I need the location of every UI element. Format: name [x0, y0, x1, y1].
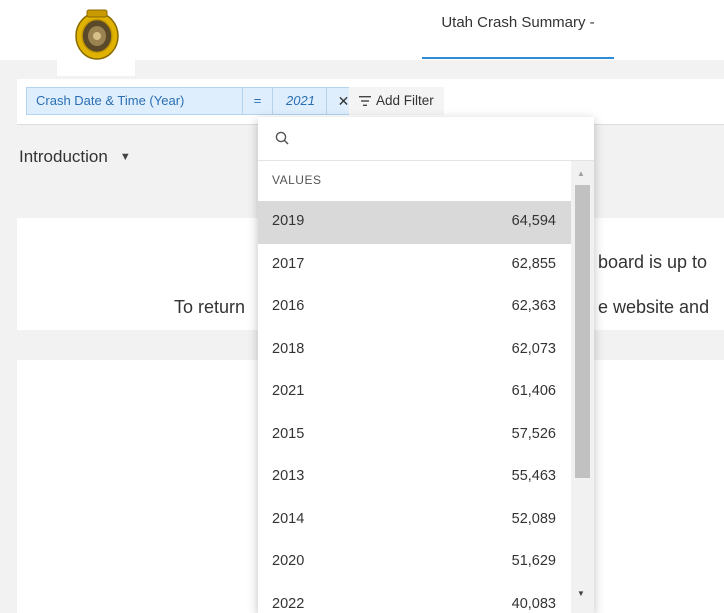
scroll-down-arrow-icon[interactable]: ▼	[577, 589, 585, 598]
add-filter-button[interactable]: Add Filter	[349, 87, 444, 115]
list-item[interactable]: 2019 64,594	[258, 201, 571, 244]
item-count: 40,083	[511, 595, 556, 612]
list-item[interactable]: 2015 57,526	[258, 414, 571, 457]
filter-operator-chip[interactable]: =	[243, 87, 273, 115]
item-year: 2022	[272, 595, 305, 612]
list-item[interactable]: 2018 62,073	[258, 329, 571, 372]
item-year: 2016	[272, 298, 305, 314]
logo-container	[57, 0, 135, 76]
item-count: 55,463	[511, 468, 556, 484]
list-item[interactable]: 2020 51,629	[258, 541, 571, 584]
item-count: 61,406	[511, 383, 556, 399]
intro-text-line1: board is up to	[598, 252, 708, 272]
item-year: 2021	[272, 383, 305, 399]
dropdown-scrollbar[interactable]: ▲ ▼	[571, 161, 594, 613]
page-select-label: Introduction	[19, 147, 108, 166]
add-filter-label: Add Filter	[376, 93, 434, 108]
item-year: 2015	[272, 425, 305, 442]
item-count: 62,363	[511, 298, 556, 314]
caret-down-icon[interactable]: ▼	[120, 151, 131, 163]
item-count: 64,594	[511, 213, 556, 229]
item-count: 52,089	[511, 510, 556, 527]
close-icon[interactable]: ✕	[338, 93, 350, 109]
values-dropdown: VALUES 2019 64,594 2017 62,855 2016 62,363 …	[258, 117, 594, 613]
dropdown-search	[258, 117, 594, 161]
list-item[interactable]: 2013 55,463	[258, 456, 571, 499]
item-year: 2017	[272, 255, 305, 272]
filter-value-chip[interactable]: 2021	[273, 87, 327, 115]
tab-utah-crash-summary[interactable]: Utah Crash Summary -	[422, 0, 614, 59]
list-item[interactable]: 2022 40,083	[258, 584, 571, 613]
item-count: 57,526	[511, 425, 556, 442]
item-year: 2018	[272, 340, 305, 357]
intro-text-line2-left: To return	[174, 297, 246, 317]
item-count: 62,073	[511, 340, 556, 357]
item-year: 2014	[272, 510, 305, 527]
item-year: 2020	[272, 553, 305, 569]
item-count: 62,855	[511, 255, 556, 272]
list-item[interactable]: 2017 62,855	[258, 244, 571, 287]
values-list: 2019 64,594 2017 62,855 2016 62,363 2018 62,…	[258, 201, 571, 613]
item-count: 51,629	[511, 553, 556, 569]
filter-lines-icon	[359, 96, 371, 106]
intro-text-line2-right: e website and	[598, 297, 710, 317]
list-item[interactable]: 2016 62,363	[258, 286, 571, 329]
utah-highway-patrol-badge-icon	[75, 9, 119, 60]
search-icon	[275, 131, 289, 145]
page-select[interactable]: Introduction ▼	[19, 147, 131, 167]
scrollbar-thumb[interactable]	[575, 185, 590, 478]
list-item[interactable]: 2014 52,089	[258, 499, 571, 542]
top-nav-bar: Utah Crash Summary -	[0, 0, 724, 76]
search-input[interactable]	[298, 125, 572, 153]
list-item[interactable]: 2021 61,406	[258, 371, 571, 414]
scroll-up-arrow-icon[interactable]: ▲	[577, 169, 585, 178]
values-section-label: VALUES	[272, 173, 322, 187]
item-year: 2019	[272, 213, 305, 229]
item-year: 2013	[272, 468, 305, 484]
filter-field-chip[interactable]: Crash Date & Time (Year)	[26, 87, 243, 115]
